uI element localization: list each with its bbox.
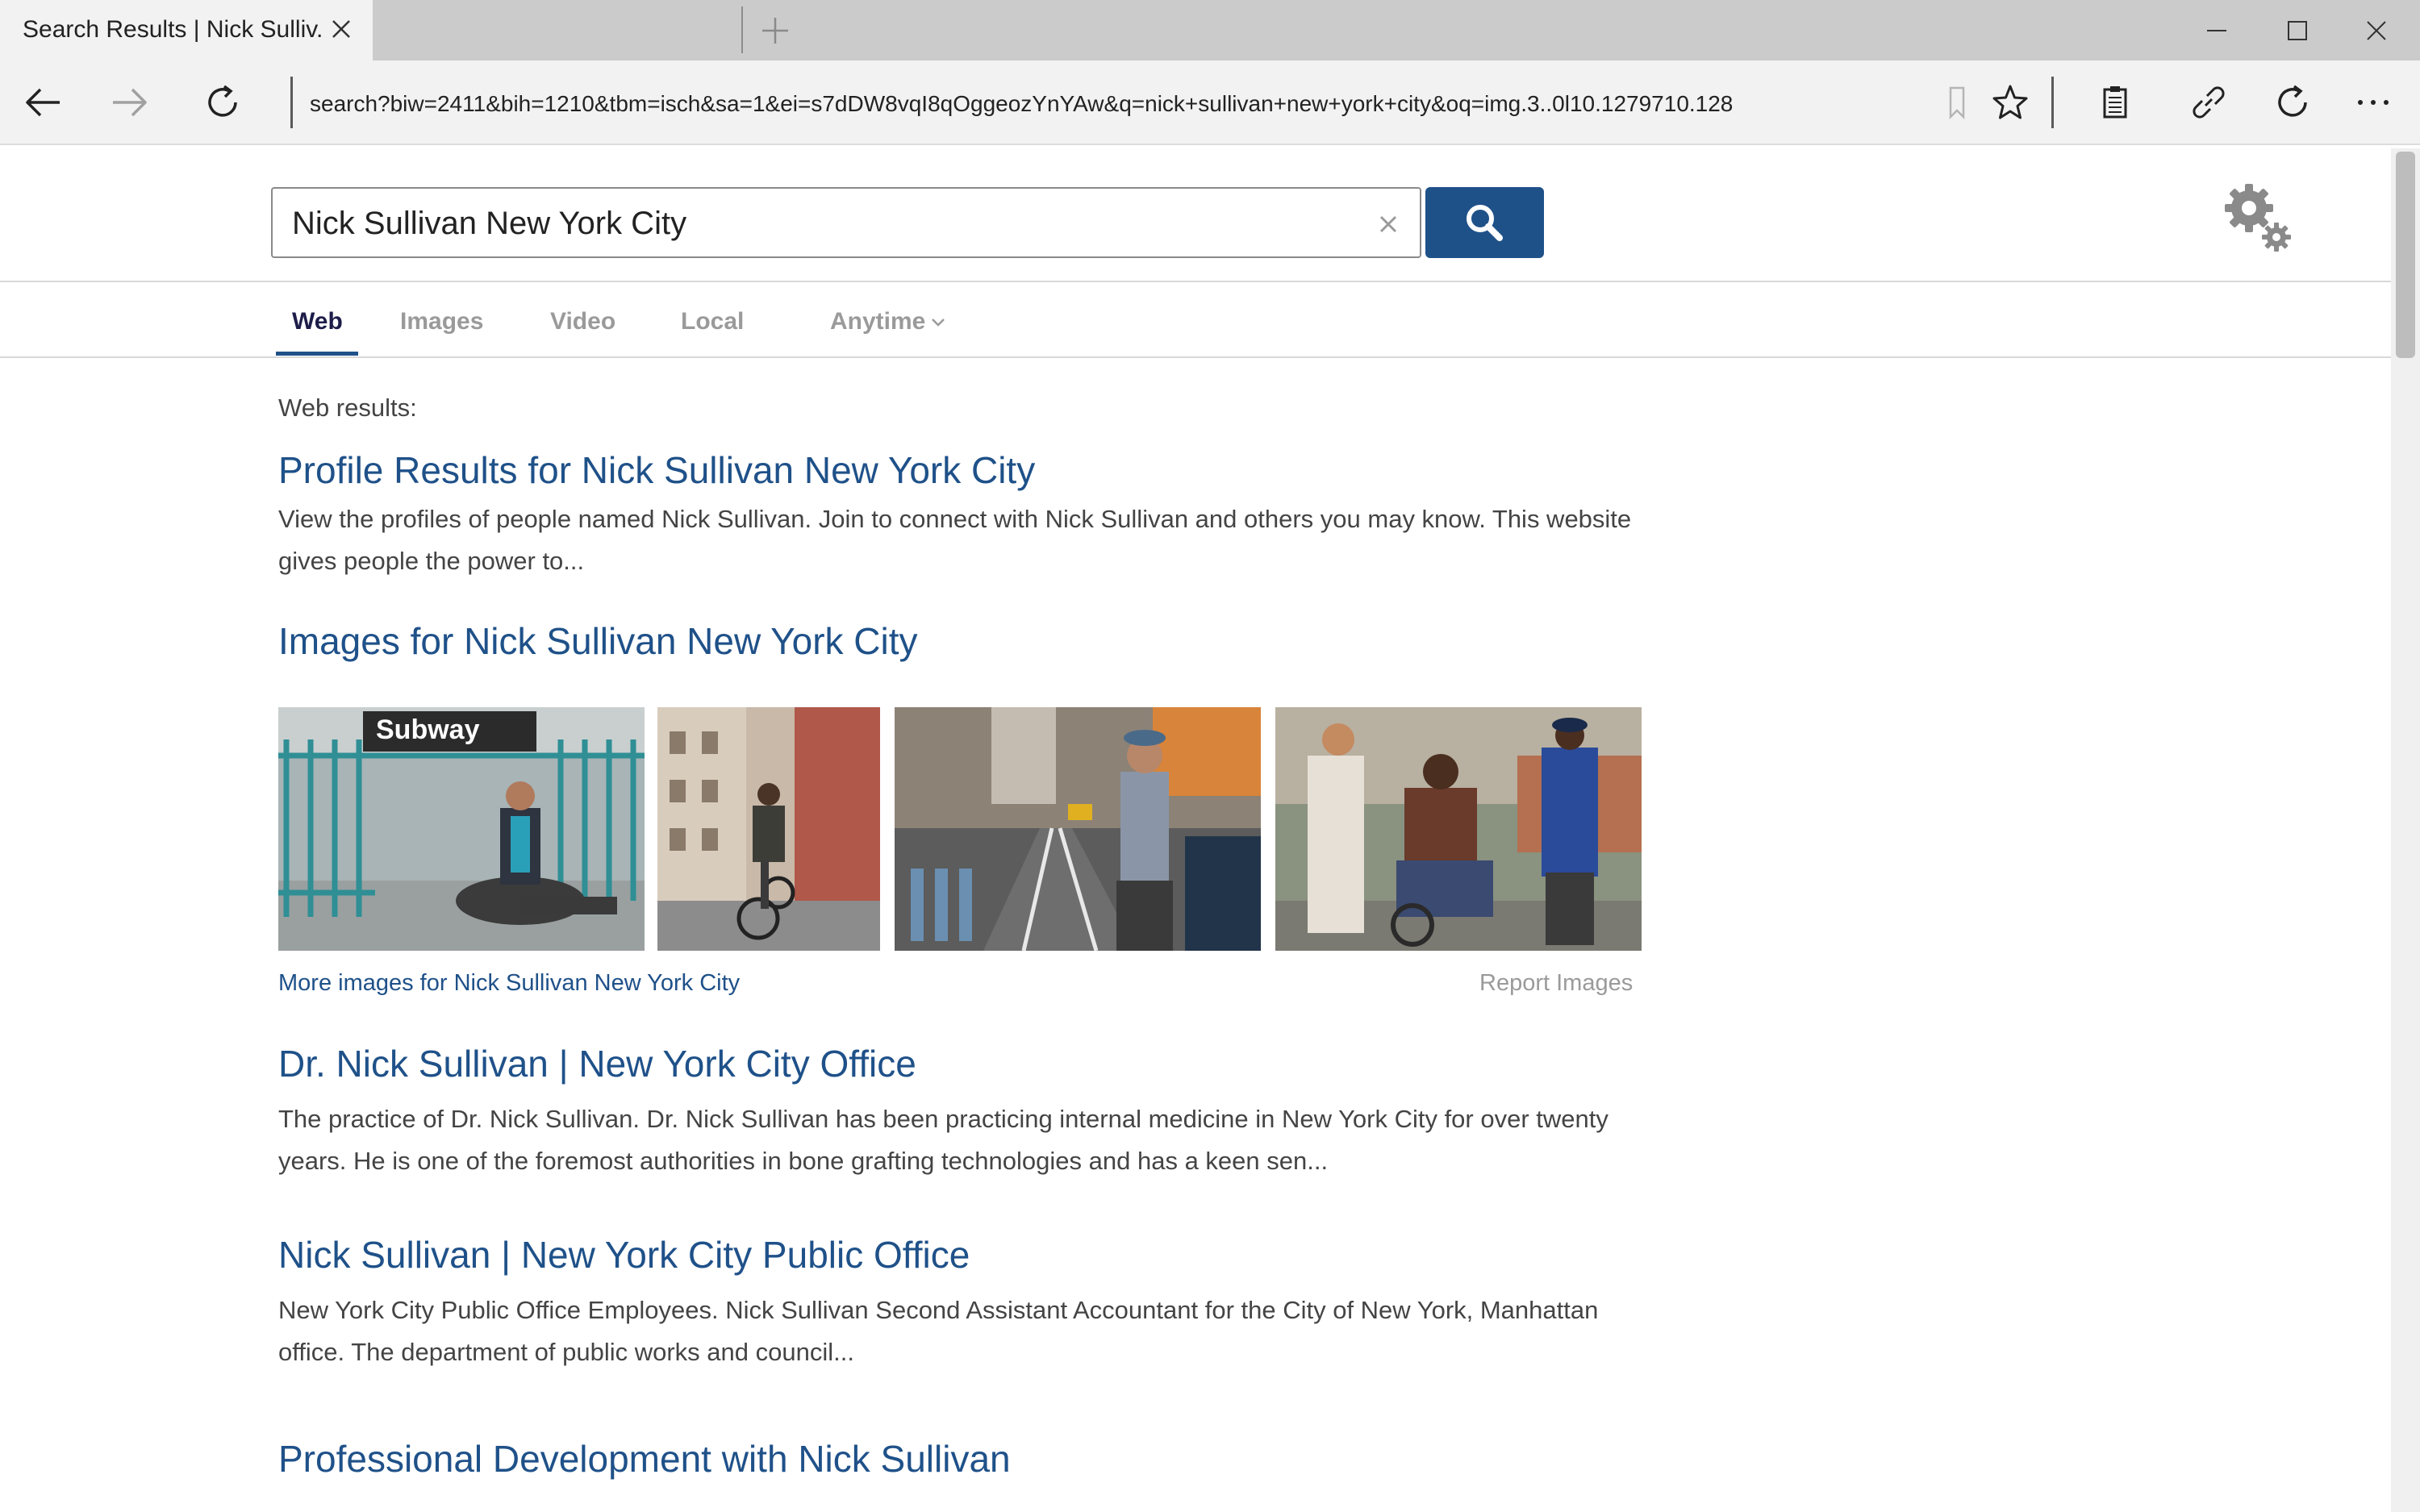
- tab-local[interactable]: Local: [681, 308, 744, 335]
- image-result-cyclist[interactable]: [657, 707, 880, 951]
- image-result-group[interactable]: [1275, 707, 1642, 951]
- result-title-professional-development[interactable]: Professional Development with Nick Sulli…: [278, 1437, 1011, 1481]
- tab-strip: Search Results | Nick Sulliv...: [0, 0, 2420, 60]
- address-toolbar: search?biw=2411&bih=1210&tbm=isch&sa=1&e…: [0, 60, 2420, 145]
- toolbar-separator: [2051, 77, 2054, 128]
- browser-tab-active[interactable]: Search Results | Nick Sulliv...: [0, 0, 373, 60]
- maximize-icon[interactable]: [2276, 10, 2318, 52]
- result-title-dr-office[interactable]: Dr. Nick Sullivan | New York City Office: [278, 1042, 916, 1085]
- favorite-star-icon[interactable]: [1986, 78, 2034, 127]
- search-icon: [1467, 205, 1503, 241]
- image-result-street[interactable]: [895, 707, 1261, 951]
- tab-images[interactable]: Images: [400, 308, 483, 335]
- share-link-icon[interactable]: [2184, 78, 2233, 127]
- tab-divider: [741, 6, 743, 53]
- image-subway-sign: Subway: [373, 711, 508, 748]
- settings-gear-icon[interactable]: [2218, 177, 2299, 258]
- result-title-profiles[interactable]: Profile Results for Nick Sullivan New Yo…: [278, 448, 1035, 492]
- scrollbar-thumb[interactable]: [2396, 152, 2415, 358]
- new-tab-icon[interactable]: [759, 15, 791, 47]
- tab-video[interactable]: Video: [550, 308, 615, 335]
- cortana-icon[interactable]: [2268, 78, 2317, 127]
- search-input[interactable]: [292, 203, 1341, 244]
- result-title-images[interactable]: Images for Nick Sullivan New York City: [278, 619, 918, 663]
- address-bar[interactable]: search?biw=2411&bih=1210&tbm=isch&sa=1&e…: [310, 91, 1907, 117]
- web-results-label: Web results:: [278, 394, 417, 422]
- result-description-dr-office: The practice of Dr. Nick Sullivan. Dr. N…: [278, 1105, 1608, 1175]
- report-images-link[interactable]: Report Images: [1479, 970, 1633, 997]
- more-images-link[interactable]: More images for Nick Sullivan New York C…: [278, 970, 740, 997]
- result-description-profiles: View the profiles of people named Nick S…: [278, 505, 1632, 575]
- page-scrollbar[interactable]: [2391, 148, 2420, 1512]
- result-description-public-office: New York City Public Office Employees. N…: [278, 1296, 1599, 1366]
- refresh-icon[interactable]: [198, 78, 247, 127]
- close-window-icon[interactable]: [2355, 10, 2397, 52]
- chevron-down-icon[interactable]: [929, 316, 947, 329]
- tab-web[interactable]: Web: [292, 308, 343, 335]
- close-tab-icon[interactable]: [327, 15, 356, 44]
- reading-view-icon[interactable]: [1933, 78, 1981, 127]
- result-title-public-office[interactable]: Nick Sullivan | New York City Public Off…: [278, 1233, 970, 1277]
- search-box: [271, 187, 1421, 258]
- more-icon[interactable]: [2349, 78, 2397, 127]
- forward-icon[interactable]: [105, 78, 153, 127]
- minimize-icon[interactable]: [2196, 10, 2238, 52]
- active-tab-indicator: [276, 352, 358, 356]
- tab-title: Search Results | Nick Sulliv...: [23, 16, 323, 43]
- clear-icon[interactable]: [1374, 210, 1403, 239]
- notes-icon[interactable]: [2091, 78, 2139, 127]
- search-header: [0, 145, 2420, 282]
- search-verticals: Web Images Video Local Anytime: [0, 282, 2420, 358]
- subway-sign-text: Subway: [376, 714, 480, 745]
- search-button[interactable]: [1425, 187, 1544, 258]
- tab-anytime[interactable]: Anytime: [830, 308, 925, 335]
- address-separator: [290, 77, 293, 128]
- back-icon[interactable]: [19, 78, 68, 127]
